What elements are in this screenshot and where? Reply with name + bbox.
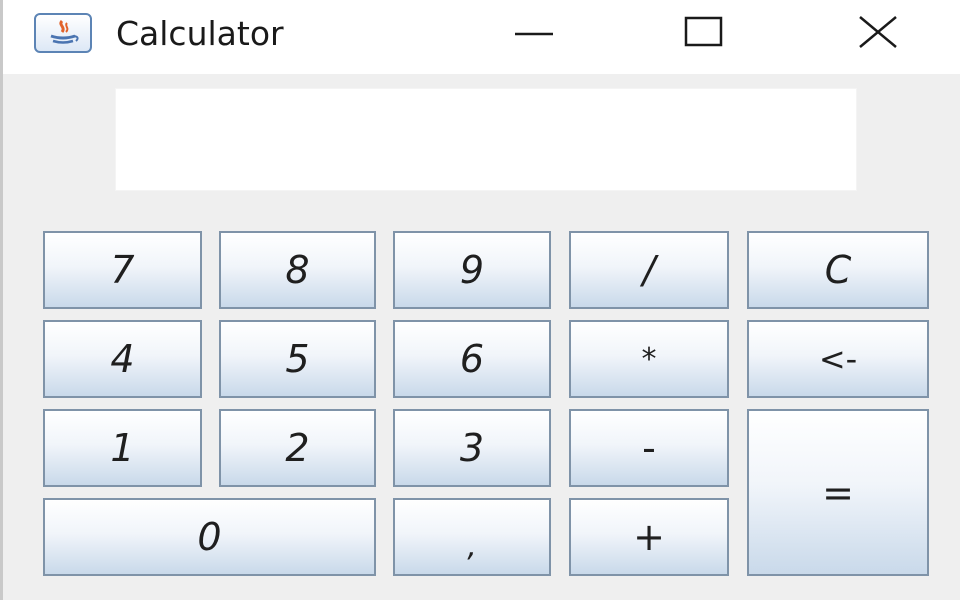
key-label: 4 bbox=[110, 337, 135, 381]
key-label: + bbox=[633, 515, 665, 559]
add-button[interactable]: + bbox=[569, 498, 729, 576]
minimize-icon bbox=[515, 32, 553, 36]
key-1-button[interactable]: 1 bbox=[43, 409, 202, 487]
maximize-icon bbox=[684, 16, 723, 47]
key-label: 0 bbox=[197, 515, 222, 559]
key-label: 2 bbox=[285, 426, 310, 470]
key-label: 8 bbox=[285, 248, 310, 292]
java-app-icon[interactable] bbox=[34, 13, 92, 53]
divide-button[interactable]: / bbox=[569, 231, 729, 309]
key-label: = bbox=[822, 470, 854, 515]
key-label: 1 bbox=[110, 426, 135, 470]
calculator-display[interactable] bbox=[115, 88, 857, 191]
key-label: 9 bbox=[459, 248, 485, 292]
key-label: <- bbox=[818, 340, 858, 378]
minimize-button[interactable] bbox=[479, 0, 589, 70]
maximize-button[interactable] bbox=[649, 0, 759, 70]
decimal-button[interactable]: , bbox=[393, 498, 551, 576]
key-7-button[interactable]: 7 bbox=[43, 231, 202, 309]
key-label: 7 bbox=[110, 248, 135, 292]
key-6-button[interactable]: 6 bbox=[393, 320, 551, 398]
backspace-button[interactable]: <- bbox=[747, 320, 929, 398]
key-label: 5 bbox=[285, 337, 310, 381]
key-label: 3 bbox=[459, 426, 485, 470]
key-label: C bbox=[824, 248, 852, 292]
key-label: / bbox=[642, 248, 656, 292]
equals-button[interactable]: = bbox=[747, 409, 929, 576]
key-8-button[interactable]: 8 bbox=[219, 231, 376, 309]
subtract-button[interactable]: - bbox=[569, 409, 729, 487]
key-0-button[interactable]: 0 bbox=[43, 498, 376, 576]
title-bar[interactable]: Calculator bbox=[3, 0, 960, 74]
key-5-button[interactable]: 5 bbox=[219, 320, 376, 398]
calculator-window: Calculator 7 8 9 / C 4 5 6 * <- 1 2 3 - … bbox=[0, 0, 960, 600]
close-icon bbox=[859, 16, 897, 48]
key-4-button[interactable]: 4 bbox=[43, 320, 202, 398]
key-label: - bbox=[642, 426, 656, 470]
key-label: * bbox=[641, 341, 657, 377]
key-3-button[interactable]: 3 bbox=[393, 409, 551, 487]
close-button[interactable] bbox=[823, 0, 933, 70]
key-label: , bbox=[467, 528, 477, 564]
key-label: 6 bbox=[459, 337, 485, 381]
window-title: Calculator bbox=[116, 14, 284, 53]
clear-button[interactable]: C bbox=[747, 231, 929, 309]
key-9-button[interactable]: 9 bbox=[393, 231, 551, 309]
multiply-button[interactable]: * bbox=[569, 320, 729, 398]
key-2-button[interactable]: 2 bbox=[219, 409, 376, 487]
